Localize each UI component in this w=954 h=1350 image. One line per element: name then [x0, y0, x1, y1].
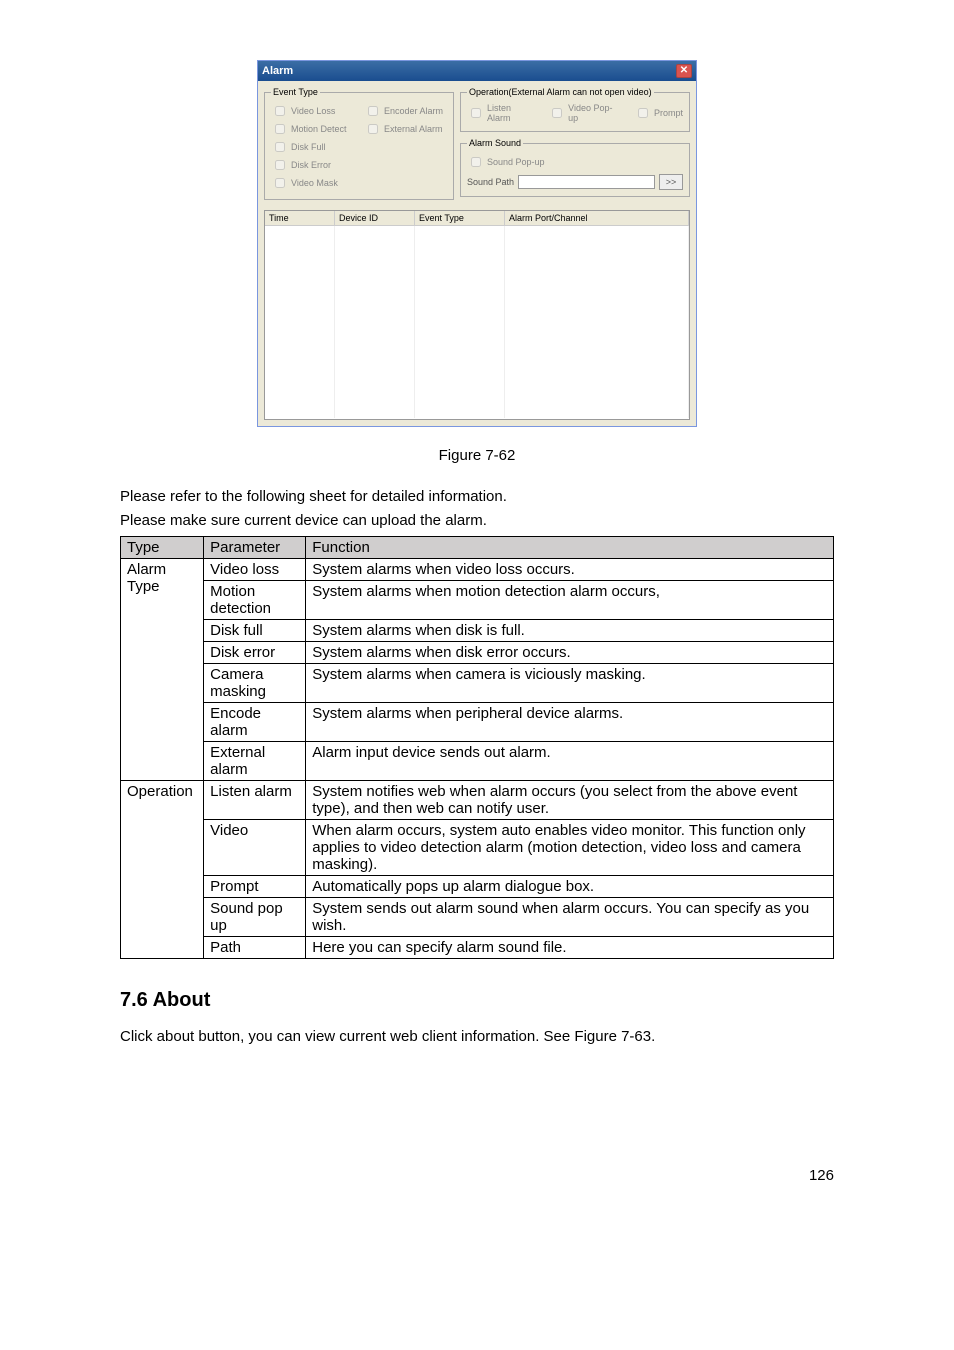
table-row: Motion detectionSystem alarms when motio…	[121, 580, 834, 619]
disk-full-checkbox[interactable]	[275, 142, 285, 152]
encoder-alarm-checkbox[interactable]	[368, 106, 378, 116]
disk-full-label: Disk Full	[291, 142, 326, 152]
external-alarm-label: External Alarm	[384, 124, 443, 134]
video-mask-label: Video Mask	[291, 178, 338, 188]
cell-parameter: Listen alarm	[204, 780, 306, 819]
dialog-title: Alarm	[262, 65, 293, 77]
parameter-table: Type Parameter Function Alarm TypeVideo …	[120, 536, 834, 959]
close-icon[interactable]: ✕	[676, 64, 692, 78]
operation-legend: Operation(External Alarm can not open vi…	[467, 87, 654, 97]
cell-parameter: Encode alarm	[204, 702, 306, 741]
intro-line-2: Please make sure current device can uplo…	[120, 510, 834, 532]
sound-path-label: Sound Path	[467, 177, 514, 187]
cell-parameter: Motion detection	[204, 580, 306, 619]
table-row: Camera maskingSystem alarms when camera …	[121, 663, 834, 702]
encoder-alarm-label: Encoder Alarm	[384, 106, 443, 116]
listen-alarm-label: Listen Alarm	[487, 103, 534, 123]
table-row: Alarm TypeVideo lossSystem alarms when v…	[121, 558, 834, 580]
event-type-legend: Event Type	[271, 87, 320, 97]
cell-function: System alarms when motion detection alar…	[306, 580, 834, 619]
page-number: 126	[120, 1167, 834, 1184]
dialog-body: Event Type Video Loss Motion Detect Disk…	[258, 81, 696, 426]
cell-function: System sends out alarm sound when alarm …	[306, 897, 834, 936]
disk-error-checkbox[interactable]	[275, 160, 285, 170]
prompt-label: Prompt	[654, 108, 683, 118]
cell-type: Operation	[121, 780, 204, 958]
dialog-titlebar: Alarm ✕	[258, 61, 696, 81]
alarm-sound-group: Alarm Sound Sound Pop-up Sound Path >>	[460, 138, 690, 197]
col-device-id[interactable]: Device ID	[335, 211, 415, 225]
cell-function: System notifies web when alarm occurs (y…	[306, 780, 834, 819]
table-row: Disk errorSystem alarms when disk error …	[121, 641, 834, 663]
grid-header: Time Device ID Event Type Alarm Port/Cha…	[265, 211, 689, 226]
cell-parameter: External alarm	[204, 741, 306, 780]
external-alarm-checkbox[interactable]	[368, 124, 378, 134]
cell-parameter: Prompt	[204, 875, 306, 897]
table-row: PromptAutomatically pops up alarm dialog…	[121, 875, 834, 897]
table-row: Encode alarmSystem alarms when periphera…	[121, 702, 834, 741]
col-head-type: Type	[121, 536, 204, 558]
event-type-group: Event Type Video Loss Motion Detect Disk…	[264, 87, 454, 200]
col-alarm-port[interactable]: Alarm Port/Channel	[505, 211, 689, 225]
alarm-sound-legend: Alarm Sound	[467, 138, 523, 148]
table-row: Disk fullSystem alarms when disk is full…	[121, 619, 834, 641]
cell-parameter: Video	[204, 819, 306, 875]
motion-detect-label: Motion Detect	[291, 124, 347, 134]
browse-button[interactable]: >>	[659, 174, 683, 190]
sound-popup-checkbox[interactable]	[471, 157, 481, 167]
col-event-type[interactable]: Event Type	[415, 211, 505, 225]
table-row: Sound pop upSystem sends out alarm sound…	[121, 897, 834, 936]
listen-alarm-checkbox[interactable]	[471, 108, 481, 118]
prompt-checkbox[interactable]	[638, 108, 648, 118]
figure-caption: Figure 7-62	[120, 447, 834, 464]
cell-parameter: Disk full	[204, 619, 306, 641]
cell-function: System alarms when video loss occurs.	[306, 558, 834, 580]
motion-detect-checkbox[interactable]	[275, 124, 285, 134]
col-time[interactable]: Time	[265, 211, 335, 225]
alarm-dialog: Alarm ✕ Event Type Video Loss Motion Det…	[257, 60, 697, 427]
cell-function: Alarm input device sends out alarm.	[306, 741, 834, 780]
sound-path-input[interactable]	[518, 175, 655, 189]
cell-function: Here you can specify alarm sound file.	[306, 936, 834, 958]
cell-function: When alarm occurs, system auto enables v…	[306, 819, 834, 875]
video-loss-checkbox[interactable]	[275, 106, 285, 116]
table-row: OperationListen alarmSystem notifies web…	[121, 780, 834, 819]
cell-parameter: Camera masking	[204, 663, 306, 702]
cell-function: System alarms when peripheral device ala…	[306, 702, 834, 741]
cell-function: System alarms when disk is full.	[306, 619, 834, 641]
section-heading: 7.6 About	[120, 989, 834, 1012]
cell-parameter: Disk error	[204, 641, 306, 663]
cell-parameter: Path	[204, 936, 306, 958]
table-row: PathHere you can specify alarm sound fil…	[121, 936, 834, 958]
sound-popup-label: Sound Pop-up	[487, 157, 545, 167]
col-head-parameter: Parameter	[204, 536, 306, 558]
operation-group: Operation(External Alarm can not open vi…	[460, 87, 690, 132]
video-mask-checkbox[interactable]	[275, 178, 285, 188]
cell-parameter: Video loss	[204, 558, 306, 580]
table-row: External alarmAlarm input device sends o…	[121, 741, 834, 780]
video-popup-label: Video Pop-up	[568, 103, 620, 123]
intro-line-1: Please refer to the following sheet for …	[120, 486, 834, 508]
alarm-grid: Time Device ID Event Type Alarm Port/Cha…	[264, 210, 690, 420]
cell-function: Automatically pops up alarm dialogue box…	[306, 875, 834, 897]
col-head-function: Function	[306, 536, 834, 558]
cell-function: System alarms when disk error occurs.	[306, 641, 834, 663]
video-popup-checkbox[interactable]	[552, 108, 562, 118]
cell-function: System alarms when camera is viciously m…	[306, 663, 834, 702]
section-body: Click about button, you can view current…	[120, 1026, 834, 1048]
disk-error-label: Disk Error	[291, 160, 331, 170]
cell-parameter: Sound pop up	[204, 897, 306, 936]
table-row: VideoWhen alarm occurs, system auto enab…	[121, 819, 834, 875]
video-loss-label: Video Loss	[291, 106, 335, 116]
cell-type: Alarm Type	[121, 558, 204, 780]
